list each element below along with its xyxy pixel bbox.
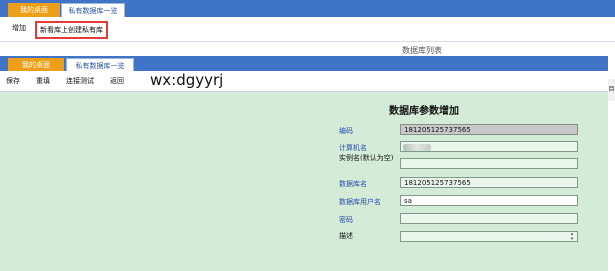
computer-name-field[interactable] xyxy=(400,141,578,152)
db-name-label: 数据库名 xyxy=(339,180,367,188)
front-tab-bar: 我的桌面 私有数据库一览 xyxy=(0,56,608,72)
password-label: 密码 xyxy=(339,216,353,224)
code-field[interactable] xyxy=(400,124,578,135)
form-toolbar: 保存 重填 连接测试 返回 wx:dgyyrj xyxy=(0,71,608,92)
db-username-label: 数据库用户名 xyxy=(339,198,381,206)
redacted-text xyxy=(403,144,431,151)
test-connection-button[interactable]: 连接测试 xyxy=(66,76,94,86)
scroll-stepper-icon[interactable]: ▴ ▾ xyxy=(569,232,575,242)
db-param-form: 数据库参数增加 编码 计算机名 实例名(默认为空) 数据库名 数据库用户名 密码… xyxy=(0,92,608,271)
front-window: 我的桌面 私有数据库一览 保存 重填 连接测试 返回 wx:dgyyrj 数据库… xyxy=(0,56,608,271)
db-name-field[interactable] xyxy=(400,177,578,188)
add-button[interactable]: 增加 xyxy=(12,23,26,33)
form-title-text: 数据库参数增加 xyxy=(389,106,459,117)
db-list-heading: 数据库列表 xyxy=(402,46,442,55)
password-field[interactable] xyxy=(400,213,578,224)
computer-name-label: 计算机名 xyxy=(339,144,367,152)
instance-name-field[interactable] xyxy=(400,158,578,169)
tab-private-db-list[interactable]: 私有数据库一览 xyxy=(66,58,134,72)
watermark-text: wx:dgyyrj xyxy=(150,71,224,89)
description-field[interactable]: ▴ ▾ xyxy=(400,231,578,242)
save-button[interactable]: 保存 xyxy=(6,76,20,86)
create-private-db-button[interactable]: 新看库上创建私有库 xyxy=(35,21,108,39)
back-tab-bar: 我的桌面 私有数据库一览 xyxy=(0,0,615,17)
tab-private-db-list[interactable]: 私有数据库一览 xyxy=(61,3,125,17)
form-title: 数据库参数增加 xyxy=(0,102,608,117)
back-toolbar: 增加 新看库上创建私有库 xyxy=(0,17,615,42)
description-label: 描述 xyxy=(339,232,353,240)
back-button[interactable]: 返回 xyxy=(110,76,124,86)
db-username-field[interactable] xyxy=(400,195,578,206)
reset-button[interactable]: 重填 xyxy=(36,76,50,86)
tab-my-desktop[interactable]: 我的桌面 xyxy=(8,3,60,17)
code-label: 编码 xyxy=(339,127,353,135)
tab-my-desktop[interactable]: 我的桌面 xyxy=(8,58,64,72)
instance-name-label: 实例名(默认为空) xyxy=(339,154,394,162)
